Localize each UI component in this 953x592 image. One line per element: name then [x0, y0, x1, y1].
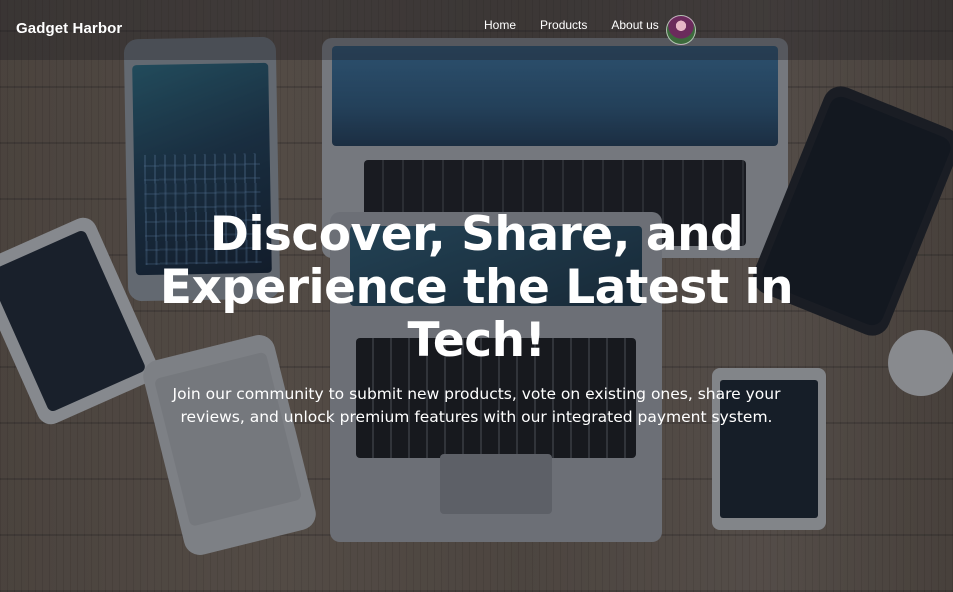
user-avatar-icon[interactable] [666, 15, 696, 45]
nav-link-products[interactable]: Products [540, 18, 587, 32]
navbar: Gadget Harbor Home Products About us [0, 0, 953, 60]
nav-links: Home Products About us [484, 18, 659, 32]
nav-link-about-us[interactable]: About us [611, 18, 658, 32]
hero-section: Gadget Harbor Home Products About us Dis… [0, 0, 953, 592]
brand-logo[interactable]: Gadget Harbor [16, 20, 122, 37]
hero-content: Discover, Share, and Experience the Late… [0, 208, 953, 429]
nav-link-home[interactable]: Home [484, 18, 516, 32]
hero-subtitle: Join our community to submit new product… [172, 385, 781, 426]
hero-title: Discover, Share, and Experience the Late… [159, 207, 794, 368]
